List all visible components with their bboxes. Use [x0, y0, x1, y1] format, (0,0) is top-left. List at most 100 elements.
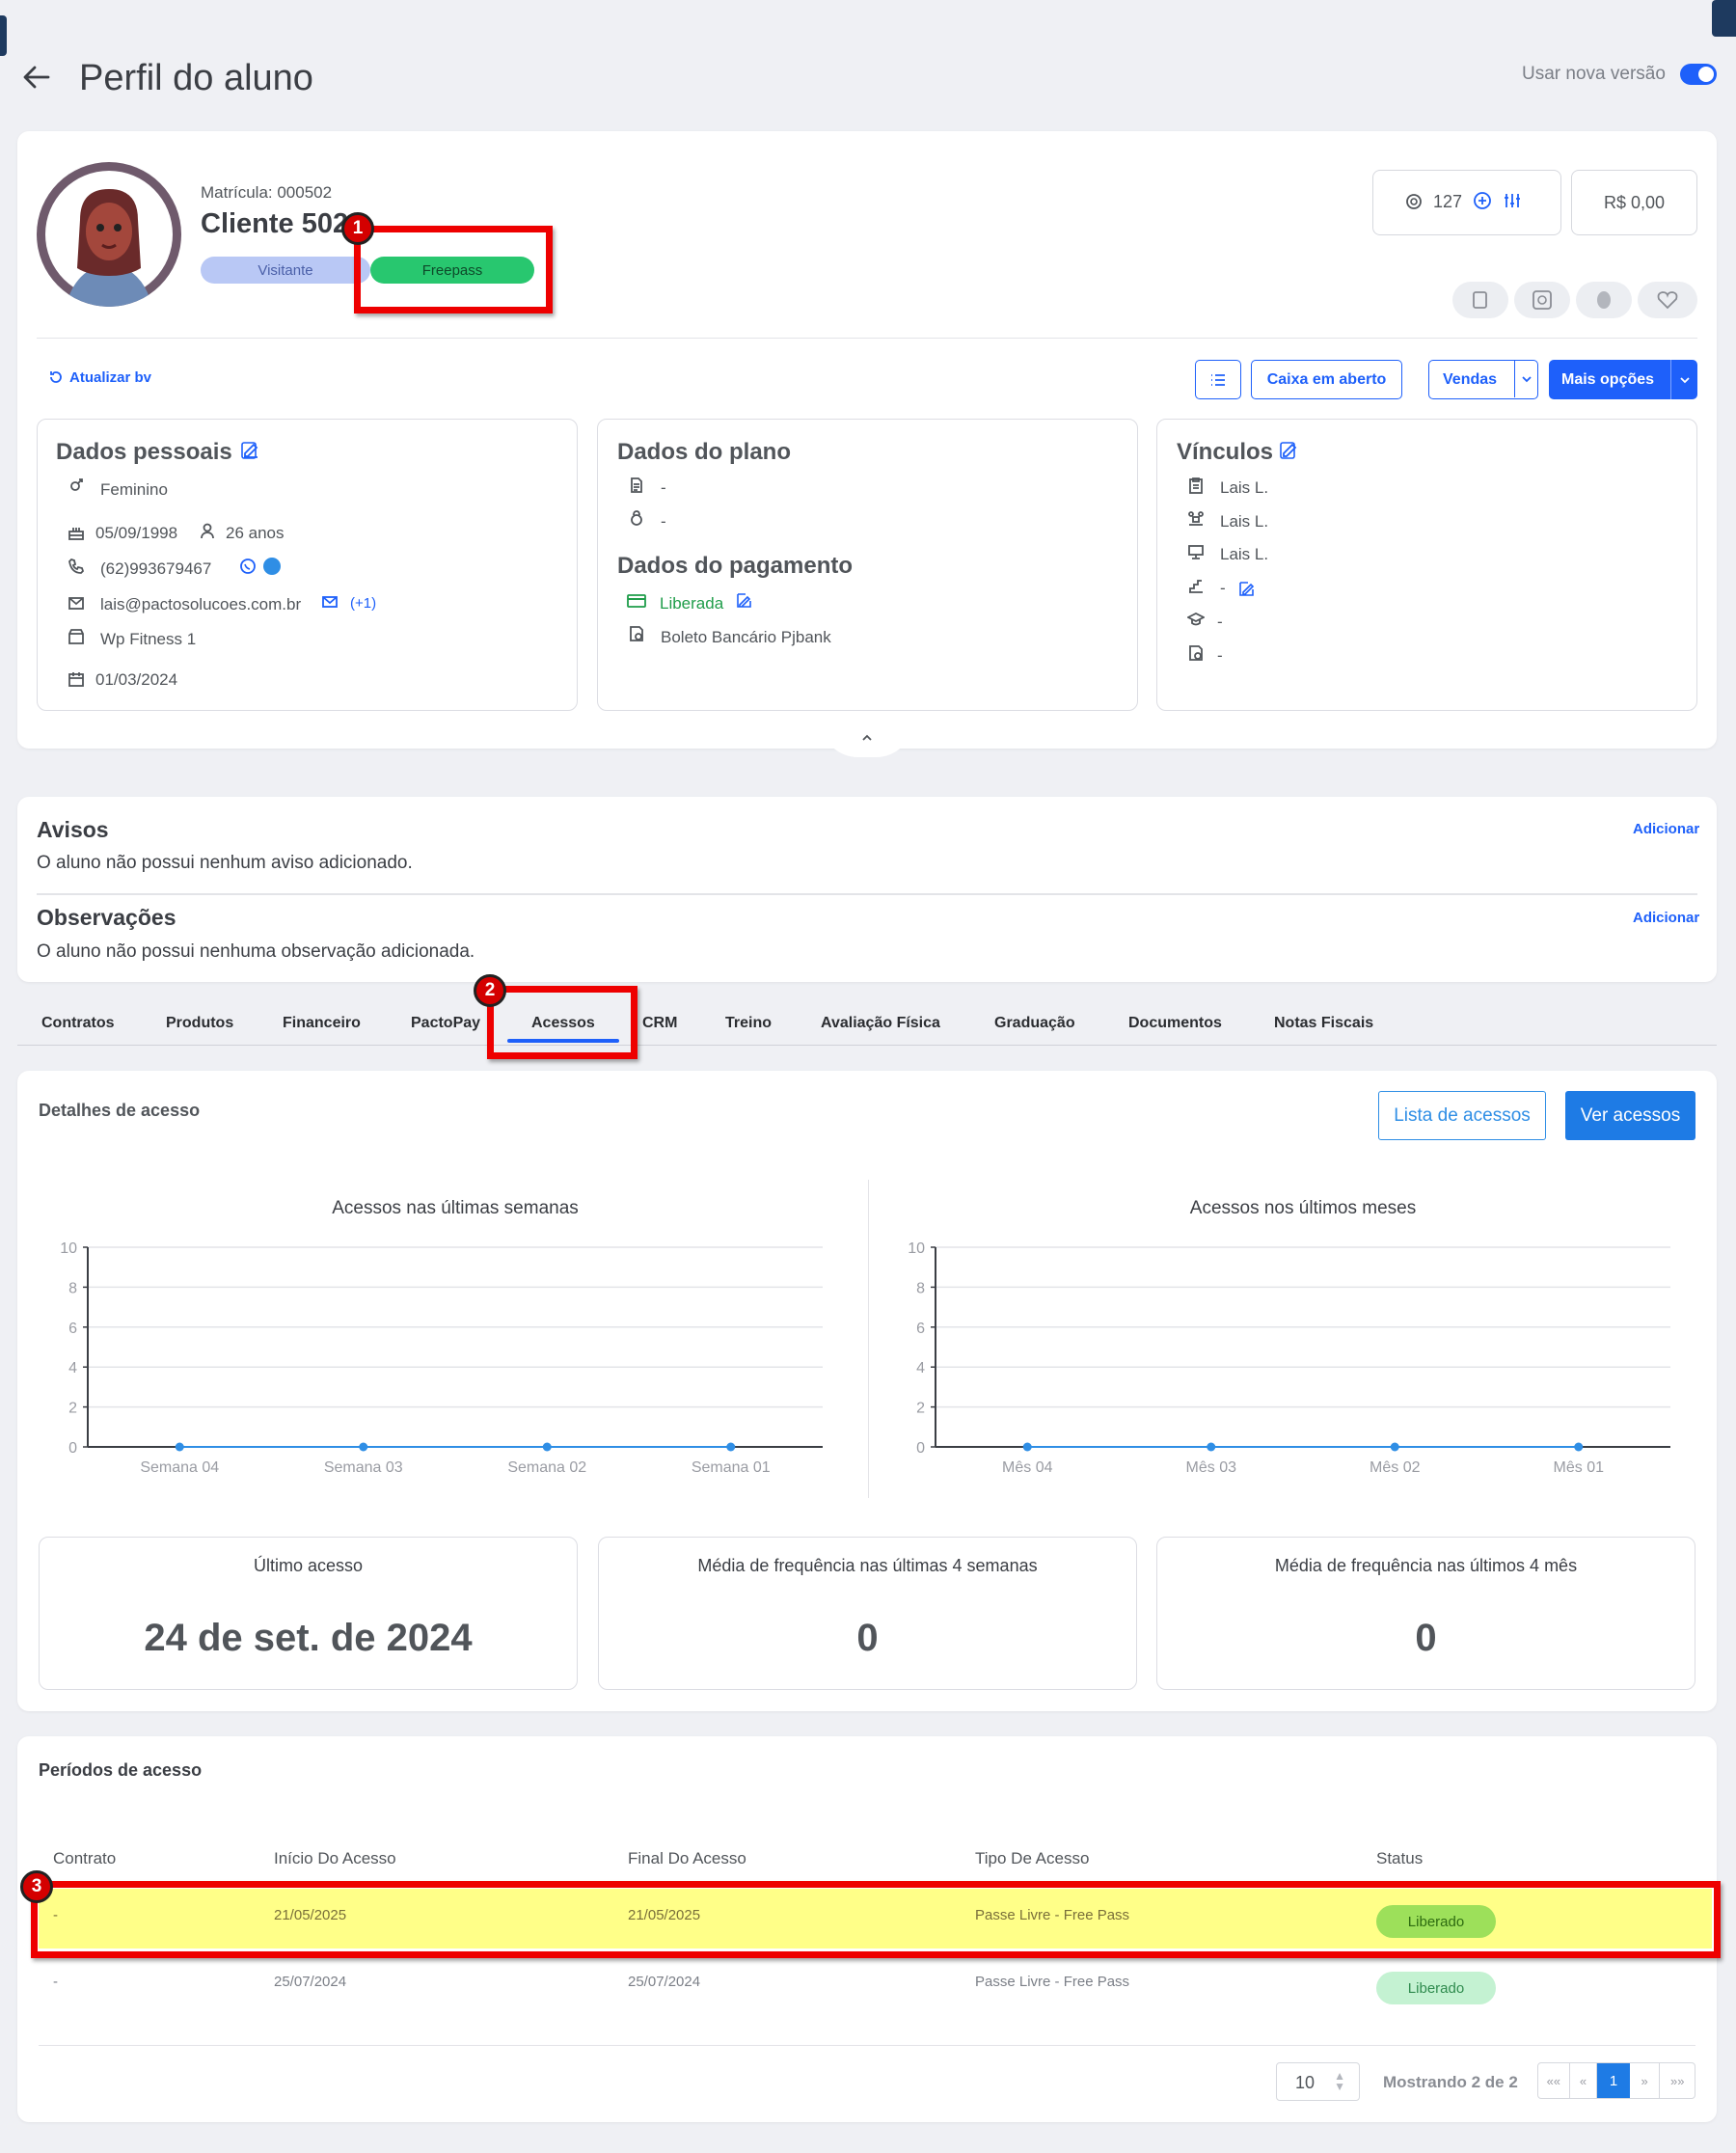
highlight-box-freepass	[354, 226, 553, 313]
first-page-button[interactable]: ««	[1538, 2063, 1570, 2098]
phone: (62)993679467	[100, 559, 212, 578]
per-page-select[interactable]: 10 ▲ ▼	[1276, 2062, 1360, 2101]
y-tick-label: 4	[68, 1360, 77, 1376]
chevron-down-icon[interactable]	[1670, 360, 1697, 399]
row2-contrato: -	[53, 1974, 58, 1990]
chat-icon[interactable]	[263, 558, 281, 575]
collapse-tab[interactable]	[820, 719, 914, 757]
highlight-box-row	[31, 1881, 1721, 1958]
data-point	[542, 1442, 552, 1452]
tab-contratos[interactable]: Contratos	[41, 1015, 115, 1032]
vinculo-4: -	[1220, 579, 1226, 597]
document-icon-button[interactable]	[1452, 282, 1508, 318]
pagination: «« « 1 » »»	[1537, 2062, 1695, 2099]
data-point	[359, 1442, 368, 1452]
matricula: Matrícula: 000502	[201, 183, 333, 202]
avisos-add-link[interactable]: Adicionar	[1633, 821, 1699, 837]
add-points-icon[interactable]	[1473, 191, 1492, 210]
tab-documentos[interactable]: Documentos	[1128, 1015, 1222, 1032]
birth-date: 05/09/1998	[95, 524, 178, 542]
tab-financeiro[interactable]: Financeiro	[283, 1015, 361, 1032]
boleto-icon	[628, 625, 645, 642]
col-contrato: Contrato	[53, 1849, 117, 1867]
last-page-button[interactable]: »»	[1660, 2063, 1695, 2098]
x-tick-label: Semana 02	[507, 1459, 586, 1476]
step-marker-1: 1	[341, 212, 374, 245]
dados-pessoais-title: Dados pessoais	[56, 439, 232, 465]
email-extra-link[interactable]: (+1)	[350, 595, 376, 612]
row2-final: 25/07/2024	[628, 1974, 701, 1990]
data-point	[175, 1442, 184, 1452]
mais-opcoes-label: Mais opções	[1561, 370, 1655, 388]
vinculo-1: Lais L.	[1220, 478, 1269, 497]
ver-acessos-button[interactable]: Ver acessos	[1565, 1091, 1695, 1140]
heart-icon-button[interactable]	[1638, 282, 1697, 318]
vinculo-6: -	[1217, 646, 1223, 665]
back-arrow-icon[interactable]	[21, 62, 52, 93]
left-edge-tab	[0, 15, 7, 56]
divider	[39, 2045, 1695, 2046]
balance-box[interactable]: R$ 0,00	[1571, 170, 1697, 235]
next-page-button[interactable]: »	[1630, 2063, 1661, 2098]
list-view-button[interactable]	[1195, 360, 1241, 399]
lista-acessos-button[interactable]: Lista de acessos	[1378, 1091, 1546, 1140]
x-tick-label: Semana 01	[692, 1459, 771, 1476]
stepper-icon: ▲ ▼	[1334, 2069, 1345, 2093]
col-final: Final Do Acesso	[628, 1849, 746, 1867]
tab-treino[interactable]: Treino	[725, 1015, 772, 1032]
x-tick-label: Mês 02	[1370, 1459, 1421, 1476]
whatsapp-icon[interactable]	[239, 558, 257, 575]
y-tick-label: 4	[916, 1360, 925, 1376]
points-box[interactable]	[1372, 170, 1561, 235]
refresh-icon[interactable]	[48, 369, 64, 385]
team-icon	[1187, 509, 1205, 527]
face-scan-icon-button[interactable]	[1514, 282, 1570, 318]
refresh-link[interactable]: Atualizar bv	[69, 369, 151, 386]
points-value: 127	[1433, 192, 1463, 211]
divider	[37, 338, 1697, 339]
badge-visitante: Visitante	[201, 257, 370, 284]
new-version-toggle[interactable]	[1680, 64, 1717, 85]
stat-value: 0	[856, 1617, 879, 1659]
gender: Feminino	[100, 480, 168, 499]
edit-payment-icon[interactable]	[736, 591, 753, 609]
col-tipo: Tipo De Acesso	[975, 1849, 1090, 1867]
tab-graduacao[interactable]: Graduação	[994, 1015, 1075, 1032]
send-mail-icon[interactable]	[321, 593, 339, 611]
edit-icon[interactable]	[1279, 440, 1300, 461]
edit-icon[interactable]	[240, 440, 261, 461]
vinculos-title: Vínculos	[1177, 439, 1274, 465]
data-point	[726, 1442, 736, 1452]
y-tick-label: 6	[68, 1321, 77, 1337]
chevron-down-icon[interactable]	[1514, 361, 1537, 397]
tab-notas-fiscais[interactable]: Notas Fiscais	[1274, 1015, 1373, 1032]
prev-page-button[interactable]: «	[1570, 2063, 1598, 2098]
corner-widget-icon[interactable]	[1712, 0, 1736, 37]
tab-avaliacao-fisica[interactable]: Avaliação Física	[821, 1015, 940, 1032]
row2-inicio: 25/07/2024	[274, 1974, 347, 1990]
store-icon	[68, 628, 85, 645]
x-tick-label: Semana 04	[140, 1459, 219, 1476]
x-tick-label: Mês 03	[1186, 1459, 1237, 1476]
caixa-em-aberto-button[interactable]: Caixa em aberto	[1251, 360, 1402, 399]
stat-label: Média de frequência nas últimos 4 mês	[1274, 1556, 1578, 1575]
tab-produtos[interactable]: Produtos	[166, 1015, 233, 1032]
observacoes-add-link[interactable]: Adicionar	[1633, 910, 1699, 926]
data-point	[1207, 1442, 1216, 1452]
graduation-cap-icon	[1185, 611, 1207, 628]
phone-icon	[68, 558, 85, 575]
x-tick-label: Mês 04	[1002, 1459, 1053, 1476]
fingerprint-icon-button[interactable]	[1576, 282, 1632, 318]
observacoes-title: Observações	[37, 905, 176, 930]
vendas-button[interactable]: Vendas	[1428, 360, 1538, 399]
person-icon	[199, 522, 216, 539]
gym: Wp Fitness 1	[100, 630, 197, 648]
tab-crm[interactable]: CRM	[642, 1015, 677, 1032]
tab-pactopay[interactable]: PactoPay	[411, 1015, 480, 1032]
mais-opcoes-button[interactable]: Mais opções	[1549, 360, 1697, 399]
edit-vinculo-icon[interactable]	[1238, 580, 1256, 597]
y-tick-label: 2	[68, 1401, 77, 1417]
page-1-button[interactable]: 1	[1597, 2063, 1630, 2098]
mail-icon	[68, 594, 85, 612]
adjust-points-icon[interactable]	[1503, 191, 1522, 210]
